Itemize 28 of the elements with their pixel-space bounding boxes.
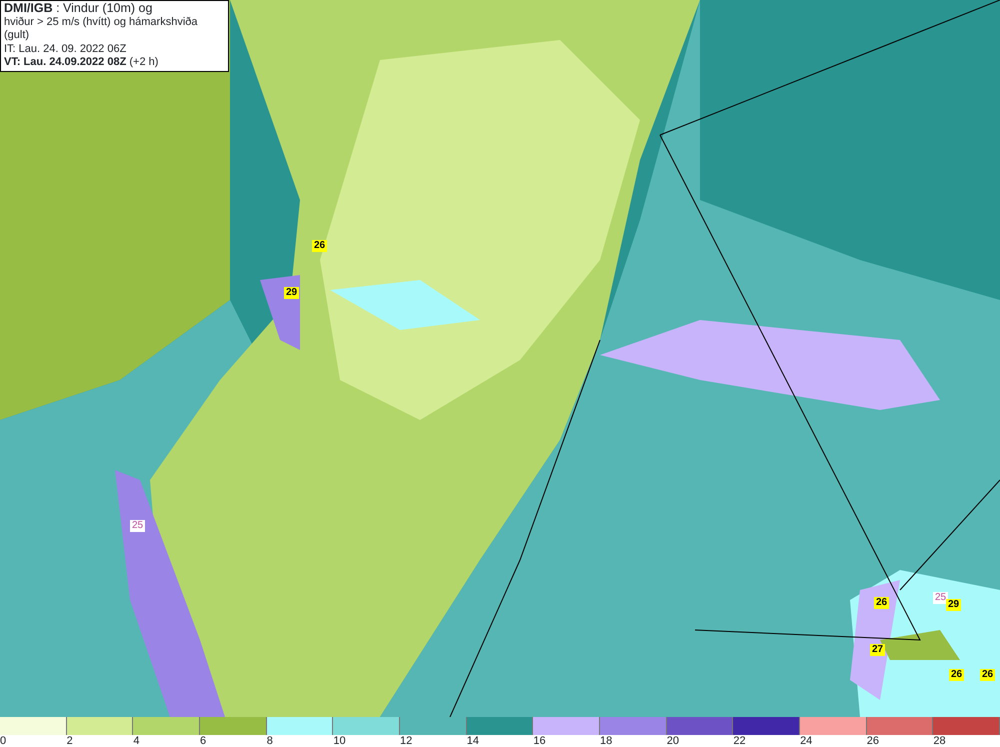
legend-tick-label: 18: [600, 735, 612, 747]
legend-tick-label: 8: [266, 735, 273, 747]
max-gust-label: 26: [874, 597, 890, 609]
max-gust-label: 27: [870, 644, 886, 656]
legend-tick-label: 14: [466, 735, 479, 747]
max-gust-label: 26: [312, 240, 328, 252]
title-line: VT: Lau. 24.09.2022 08Z (+2 h): [4, 56, 160, 70]
title-line: DMI/IGB : Vindur (10m) og: [4, 2, 154, 16]
legend-tick-label: 24: [800, 735, 812, 747]
legend-tick-label: 28: [933, 735, 946, 747]
max-gust-label: 26: [949, 669, 964, 681]
gust-label: 25: [130, 520, 146, 532]
max-gust-label: 29: [284, 287, 300, 299]
title-line: IT: Lau. 24. 09. 2022 06Z: [4, 42, 128, 56]
legend-tick-label: 22: [733, 735, 746, 747]
legend-tick-label: 0: [0, 735, 6, 747]
legend-tick-label: 26: [866, 735, 879, 747]
legend-tick-label: 12: [400, 735, 412, 747]
legend-tick-label: 10: [333, 735, 346, 747]
legend-tick-label: 4: [133, 735, 140, 747]
max-gust-label: 26: [980, 669, 996, 681]
legend-tick-label: 16: [533, 735, 546, 747]
legend-tick-label: 20: [666, 735, 679, 747]
title-line: hviður > 25 m/s (hvítt) og hámarkshviða (gult): [4, 16, 198, 42]
max-gust-label: 29: [946, 599, 962, 611]
gust-label: 25: [933, 592, 948, 604]
legend-tick-label: 6: [200, 735, 206, 747]
legend-tick-label: 2: [66, 735, 73, 747]
